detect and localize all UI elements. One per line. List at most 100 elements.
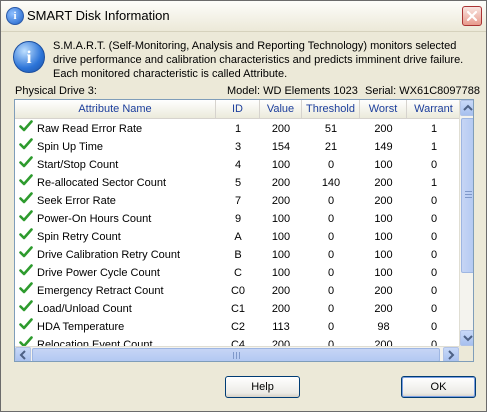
value-cell: 200 <box>271 177 291 189</box>
arrow-down-icon <box>463 335 473 342</box>
table-row[interactable]: Drive Calibration Retry Count B 100 0 100 0 <box>15 246 461 264</box>
id-cell: 7 <box>234 195 242 207</box>
scroll-left-button[interactable] <box>15 347 31 361</box>
table-row[interactable]: Spin Retry Count A 100 0 100 0 <box>15 228 461 246</box>
id-cell: C2 <box>230 321 246 333</box>
scroll-down-button[interactable] <box>460 330 473 346</box>
help-button[interactable]: Help <box>225 376 300 398</box>
header-id[interactable]: ID <box>216 100 260 118</box>
header-attribute-name[interactable]: Attribute Name <box>15 100 216 118</box>
horizontal-scrollbar[interactable] <box>15 346 459 361</box>
attribute-name-text: HDA Temperature <box>37 321 125 333</box>
id-cell: C1 <box>230 303 246 315</box>
id-cell: 5 <box>234 177 242 189</box>
arrow-left-icon <box>19 350 26 360</box>
attribute-name-cell: Emergency Retract Count <box>19 282 219 300</box>
check-icon <box>19 246 33 264</box>
warranty-cell: 1 <box>430 123 438 135</box>
value-cell: 200 <box>271 285 291 297</box>
info-large-icon: i <box>13 41 45 73</box>
threshold-cell: 51 <box>324 123 338 135</box>
check-icon <box>19 282 33 300</box>
warranty-cell: 0 <box>430 321 438 333</box>
model-label: Model: WD Elements 1023 <box>227 85 358 97</box>
attribute-name-cell: Drive Power Cycle Count <box>19 264 219 282</box>
attribute-name-text: Spin Up Time <box>37 141 104 153</box>
id-cell: C0 <box>230 285 246 297</box>
scroll-up-button[interactable] <box>460 100 473 116</box>
worst-cell: 100 <box>374 213 393 225</box>
check-icon <box>19 192 33 210</box>
value-cell: 113 <box>272 321 290 333</box>
arrow-right-icon <box>448 350 455 360</box>
info-icon: i <box>6 7 24 25</box>
table-row[interactable]: Load/Unload Count C1 200 0 200 0 <box>15 300 461 318</box>
header-value[interactable]: Value <box>260 100 302 118</box>
worst-cell: 100 <box>374 249 393 261</box>
threshold-cell: 140 <box>321 177 341 189</box>
close-button[interactable] <box>462 6 482 26</box>
warranty-cell: 0 <box>430 213 438 225</box>
check-icon <box>19 174 33 192</box>
attribute-name-cell: Spin Up Time <box>19 138 219 156</box>
description-text: S.M.A.R.T. (Self-Monitoring, Analysis an… <box>53 40 464 80</box>
threshold-cell: 0 <box>327 285 335 297</box>
attribute-name-text: Spin Retry Count <box>37 231 121 243</box>
attribute-list[interactable]: Attribute Name ID Value Threshold Worst … <box>14 99 474 362</box>
attribute-name-cell: HDA Temperature <box>19 318 219 336</box>
value-cell: 100 <box>271 249 291 261</box>
scroll-right-button[interactable] <box>443 347 459 361</box>
table-row[interactable]: Drive Power Cycle Count C 100 0 100 0 <box>15 264 461 282</box>
attribute-name-cell: Drive Calibration Retry Count <box>19 246 219 264</box>
attribute-name-cell: Raw Read Error Rate <box>19 120 219 138</box>
id-cell: A <box>234 231 242 243</box>
table-row[interactable]: Power-On Hours Count 9 100 0 100 0 <box>15 210 461 228</box>
header-threshold[interactable]: Threshold <box>302 100 360 118</box>
warranty-cell: 0 <box>430 285 438 297</box>
physical-drive-label: Physical Drive 3: <box>15 85 97 97</box>
value-cell: 200 <box>271 123 291 135</box>
check-icon <box>19 264 33 282</box>
worst-cell: 200 <box>374 195 393 207</box>
worst-cell: 100 <box>374 159 393 171</box>
threshold-cell: 0 <box>327 249 335 261</box>
table-row[interactable]: Emergency Retract Count C0 200 0 200 0 <box>15 282 461 300</box>
worst-cell: 200 <box>374 303 393 315</box>
table-row[interactable]: Spin Up Time 3 154 21 149 1 <box>15 138 461 156</box>
header-warranty[interactable]: Warrant <box>407 100 461 118</box>
table-row[interactable]: Start/Stop Count 4 100 0 100 0 <box>15 156 461 174</box>
worst-cell: 100 <box>374 231 393 243</box>
attribute-name-cell: Spin Retry Count <box>19 228 219 246</box>
horizontal-scroll-thumb[interactable] <box>32 348 440 361</box>
ok-button[interactable]: OK <box>401 376 476 398</box>
vertical-scrollbar[interactable] <box>459 100 473 346</box>
id-cell: 9 <box>234 213 242 225</box>
attribute-name-cell: Start/Stop Count <box>19 156 219 174</box>
attribute-name-text: Raw Read Error Rate <box>37 123 143 135</box>
table-row[interactable]: Seek Error Rate 7 200 0 200 0 <box>15 192 461 210</box>
title-bar[interactable]: i SMART Disk Information <box>1 1 486 32</box>
table-row[interactable]: Raw Read Error Rate 1 200 51 200 1 <box>15 120 461 138</box>
threshold-cell: 0 <box>327 321 335 333</box>
header-worst[interactable]: Worst <box>360 100 407 118</box>
threshold-cell: 0 <box>327 195 335 207</box>
list-header: Attribute Name ID Value Threshold Worst … <box>15 100 461 119</box>
warranty-cell: 1 <box>430 177 438 189</box>
check-icon <box>19 120 33 138</box>
id-cell: 4 <box>234 159 242 171</box>
attribute-name-text: Power-On Hours Count <box>37 213 152 225</box>
arrow-up-icon <box>463 104 473 111</box>
check-icon <box>19 210 33 228</box>
vertical-scroll-thumb[interactable] <box>461 118 473 273</box>
table-row[interactable]: Re-allocated Sector Count 5 200 140 200 1 <box>15 174 461 192</box>
value-cell: 200 <box>271 303 291 315</box>
table-row[interactable]: HDA Temperature C2 113 0 98 0 <box>15 318 461 336</box>
smart-dialog: i SMART Disk Information i S.M.A.R.T. (S… <box>0 0 487 412</box>
warranty-cell: 0 <box>430 231 438 243</box>
attribute-name-text: Drive Calibration Retry Count <box>37 249 181 261</box>
id-cell: B <box>234 249 242 261</box>
check-icon <box>19 138 33 156</box>
window-title: SMART Disk Information <box>27 8 170 23</box>
warranty-cell: 0 <box>430 195 438 207</box>
value-cell: 100 <box>271 267 291 279</box>
